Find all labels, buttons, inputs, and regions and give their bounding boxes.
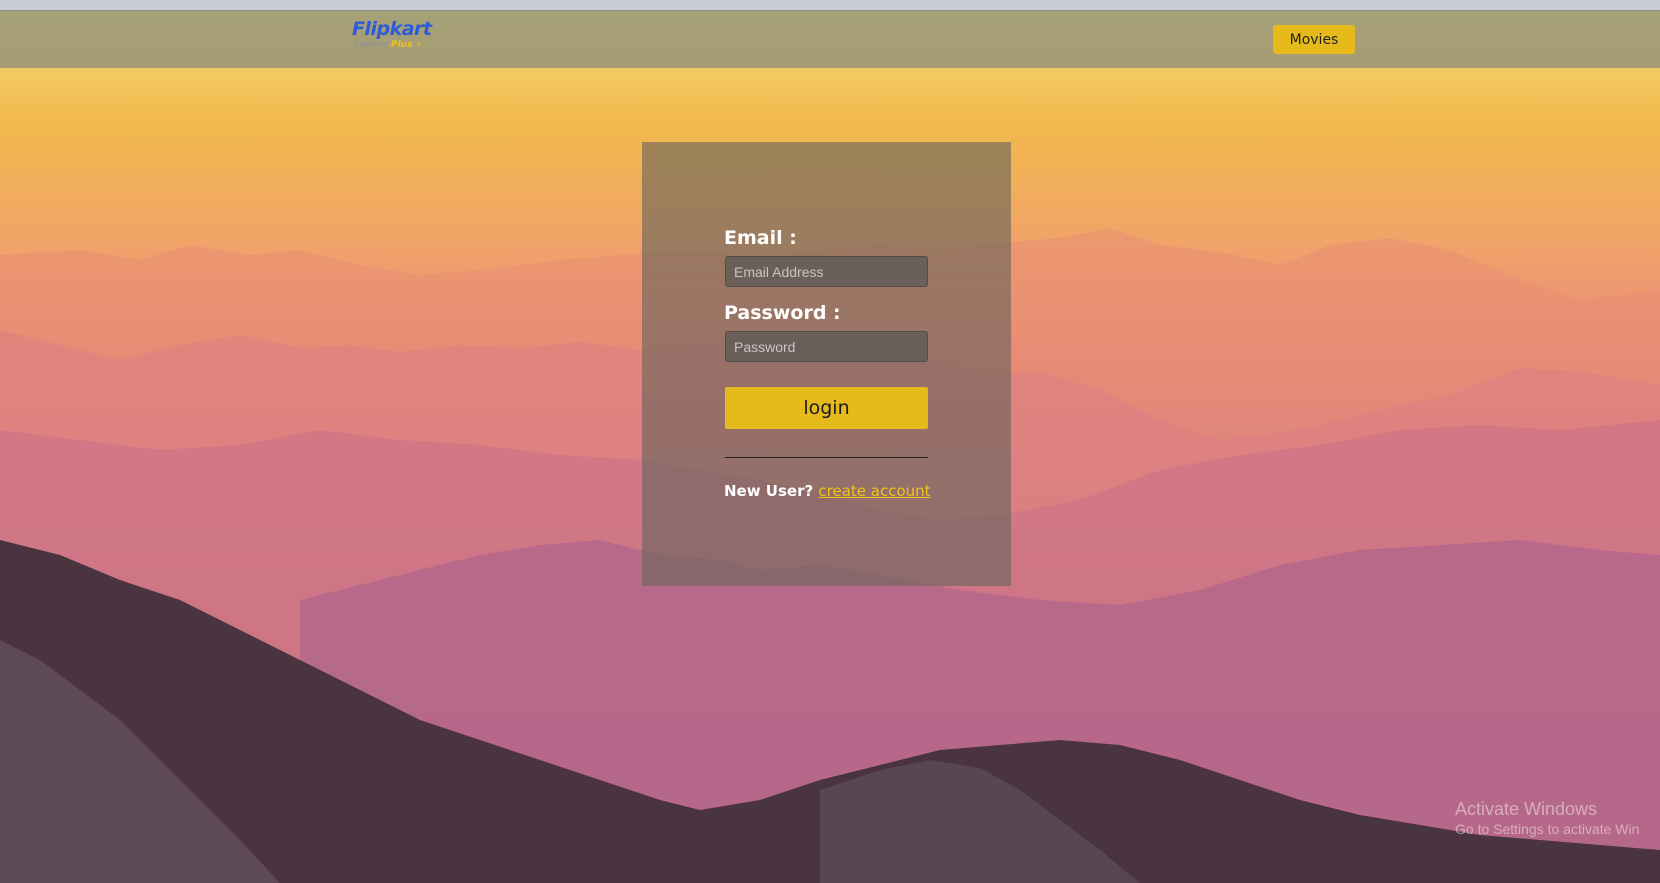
plus-star-icon: ✧ (415, 40, 423, 50)
movies-button[interactable]: Movies (1273, 25, 1355, 54)
password-field[interactable] (725, 331, 928, 362)
login-button[interactable]: login (725, 387, 928, 429)
watermark-title: Activate Windows (1455, 799, 1598, 819)
navbar: Flipkart Explore Plus ✧ Movies (0, 10, 1660, 68)
login-form: Email : Password : login New User? creat… (642, 142, 1011, 586)
logo-plus: Plus (390, 40, 413, 50)
new-user-row: New User? create account (724, 482, 931, 500)
logo-explore: Explore (354, 40, 388, 50)
logo-tagline: Explore Plus ✧ (352, 40, 432, 50)
new-user-text: New User? (724, 482, 814, 500)
watermark-subtitle: Go to Settings to activate Win (1455, 821, 1640, 837)
email-label: Email : (724, 227, 797, 249)
activate-windows-watermark: Activate Windows Go to Settings to activ… (1455, 798, 1639, 838)
flipkart-logo[interactable]: Flipkart Explore Plus ✧ (352, 18, 432, 50)
divider (725, 457, 928, 458)
logo-text: Flipkart (352, 18, 432, 40)
email-field[interactable] (725, 256, 928, 287)
password-label: Password : (724, 302, 841, 324)
create-account-link[interactable]: create account (818, 482, 930, 500)
